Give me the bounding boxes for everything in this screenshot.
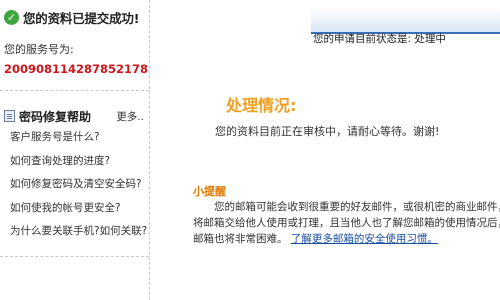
help-item-progress[interactable]: 如何查询处理的进度?	[10, 150, 147, 174]
help-item-repair-password[interactable]: 如何修复密码及清空安全码?	[10, 173, 147, 197]
security-habits-link[interactable]: 了解更多邮箱的安全使用习惯。	[291, 233, 438, 245]
more-link[interactable]: 更多..	[116, 109, 144, 124]
service-number: 200908114287852178	[4, 62, 149, 76]
check-circle-icon: ✓	[4, 9, 19, 25]
waiting-message: 您的资料目前正在审核中，请耐心等待。谢谢!	[215, 125, 440, 138]
help-list: 客户服务号是什么? 如何查询处理的进度? 如何修复密码及清空安全码? 如何使我的…	[10, 126, 147, 244]
tip-title: 小提醒	[193, 185, 226, 198]
success-text: 您的资料已提交成功!	[23, 10, 140, 26]
help-item-account-security[interactable]: 如何使我的帐号更安全?	[10, 197, 147, 221]
help-item-service-number[interactable]: 客户服务号是什么?	[10, 126, 147, 150]
tip-body: 您的邮箱可能会收到很重要的好友邮件，或很机密的商业邮件， 将邮箱交给他人使用或打…	[193, 199, 500, 247]
tip-line: 邮箱也将非常困难。	[193, 233, 288, 245]
page-title: 处理情况:	[226, 96, 297, 115]
tip-line: 将邮箱交给他人使用或打理，且当他人也了解您邮箱的使用情况后，	[193, 217, 500, 229]
document-icon	[4, 110, 15, 122]
success-message: ✓ 您的资料已提交成功!	[4, 7, 139, 27]
application-status: 您的申请目前状态是: 处理中	[313, 33, 446, 45]
sidebar: ✓ 您的资料已提交成功! 您的服务号为: 200908114287852178 …	[0, 0, 150, 300]
help-title: 密码修复帮助	[19, 109, 92, 124]
help-section-header: 密码修复帮助 更多..	[4, 106, 144, 126]
help-item-link-phone[interactable]: 为什么要关联手机?如何关联?	[10, 220, 147, 244]
tip-line: 您的邮箱可能会收到很重要的好友邮件，或很机密的商业邮件，	[214, 201, 500, 213]
service-number-label: 您的服务号为:	[4, 43, 74, 56]
divider	[0, 90, 149, 91]
divider	[0, 256, 149, 257]
